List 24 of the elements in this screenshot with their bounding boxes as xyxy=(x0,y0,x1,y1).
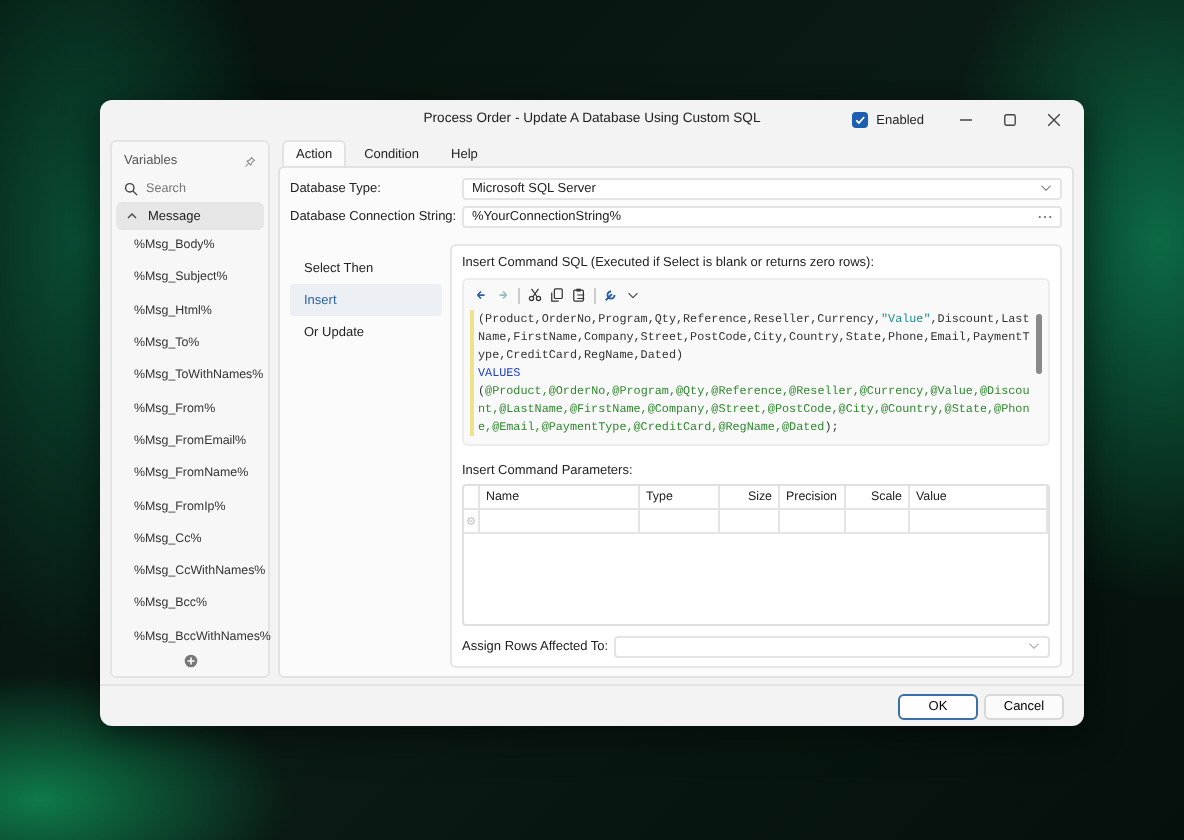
paste-icon[interactable] xyxy=(572,288,586,302)
add-icon xyxy=(183,654,197,668)
cut-icon[interactable] xyxy=(528,288,542,302)
wrench-icon[interactable] xyxy=(604,288,618,302)
undo-icon[interactable] xyxy=(474,288,488,302)
table-cell[interactable] xyxy=(846,510,910,534)
maximize-icon[interactable] xyxy=(1004,114,1016,126)
chevron-down-icon xyxy=(1040,182,1052,194)
copy-icon[interactable] xyxy=(550,288,564,302)
chevron-down-icon[interactable] xyxy=(626,288,640,302)
new-row-icon xyxy=(466,516,476,526)
pin-icon xyxy=(244,155,256,167)
table-cell[interactable] xyxy=(640,510,720,534)
chevron-icon xyxy=(126,210,138,223)
table-cell[interactable] xyxy=(910,510,1048,534)
table-cell[interactable] xyxy=(480,510,640,534)
enabled-checkbox[interactable] xyxy=(852,112,869,128)
chevron-down-icon xyxy=(1028,640,1040,653)
table-cell[interactable] xyxy=(780,510,846,534)
search-icon xyxy=(124,182,138,197)
minimize-icon[interactable] xyxy=(960,114,972,126)
close-icon[interactable] xyxy=(1048,114,1060,126)
table-cell[interactable] xyxy=(720,510,780,534)
sql-editor[interactable] xyxy=(462,278,1050,446)
